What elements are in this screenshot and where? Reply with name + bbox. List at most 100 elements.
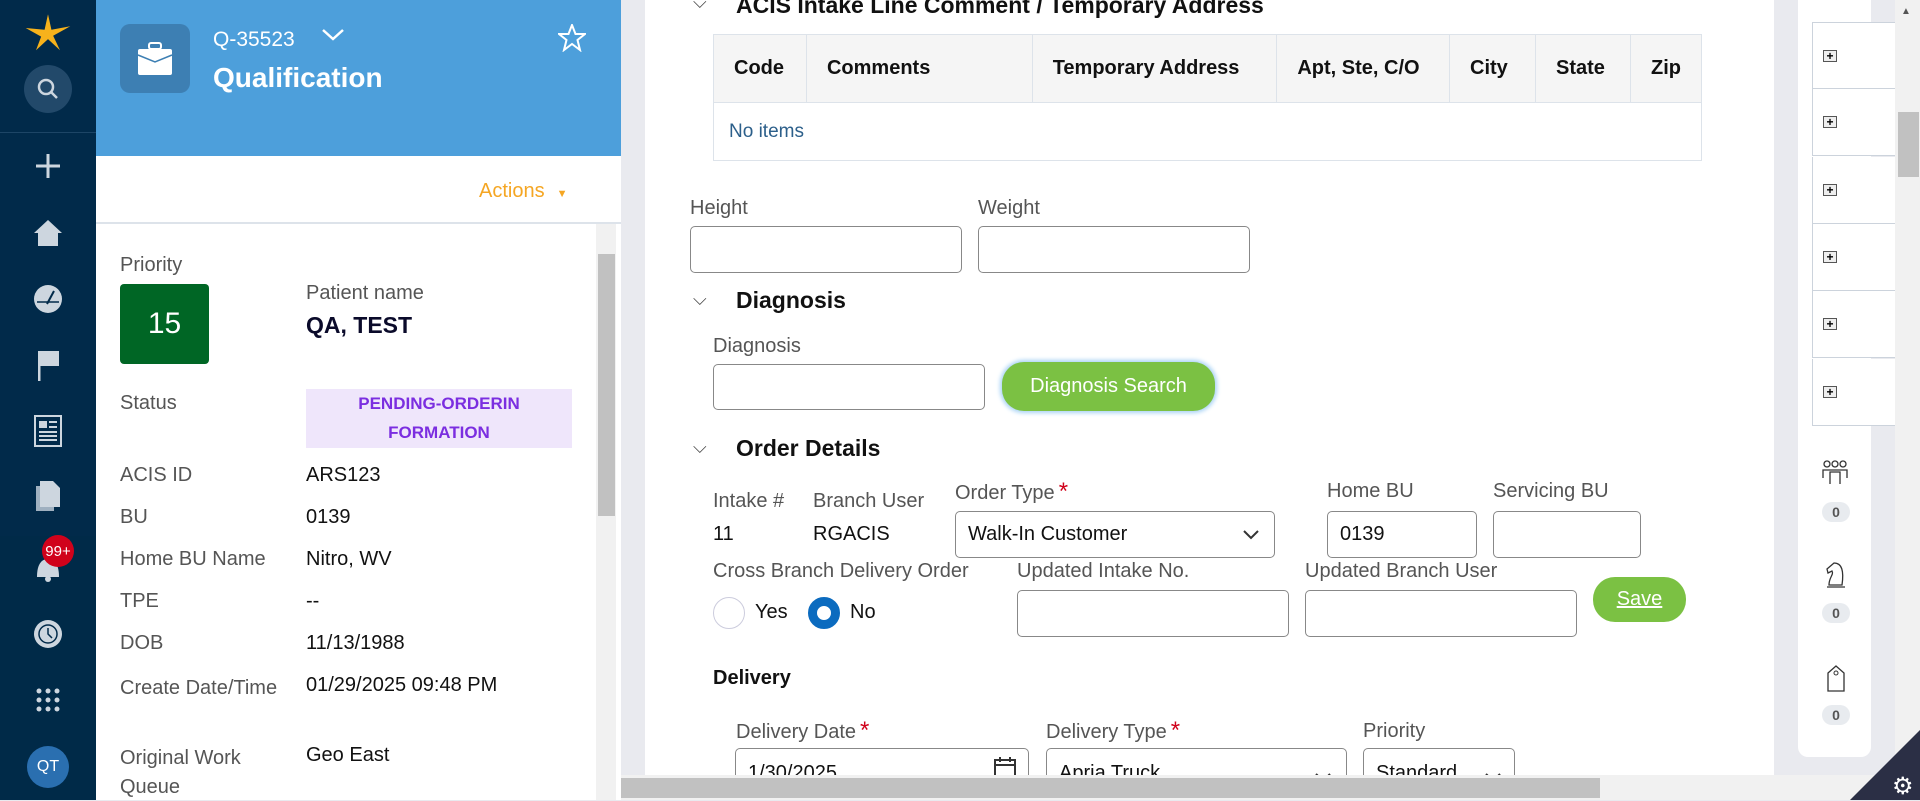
expand-item[interactable]: + [1812, 291, 1902, 358]
diagnosis-label: Diagnosis [713, 335, 801, 357]
chess-knight-icon[interactable] [1824, 561, 1848, 594]
column-header[interactable]: City [1449, 34, 1536, 103]
table-row: No items [714, 103, 1702, 161]
expand-item[interactable]: + [1812, 22, 1902, 89]
case-menu-chevron-icon[interactable] [321, 26, 345, 49]
news-icon[interactable] [24, 407, 72, 455]
expand-plus-icon[interactable]: + [1823, 386, 1837, 398]
branch-user-label: Branch User [813, 490, 925, 512]
height-label: Height [690, 197, 748, 219]
summary-scrollbar[interactable] [596, 224, 616, 800]
page-vertical-scrollbar[interactable]: ▲ [1895, 0, 1920, 775]
expand-plus-icon[interactable]: + [1823, 184, 1837, 196]
collapse-chevron-icon[interactable]: ⌵ [693, 0, 707, 13]
scrollbar-thumb[interactable] [598, 254, 615, 516]
expand-plus-icon[interactable]: + [1823, 116, 1837, 128]
field-label: BU [120, 506, 148, 528]
people-icon[interactable] [1821, 460, 1849, 491]
search-icon[interactable] [24, 65, 72, 113]
order-type-select[interactable]: Walk-In Customer [955, 511, 1275, 558]
diagnosis-search-button[interactable]: Diagnosis Search [1002, 362, 1215, 411]
plus-icon[interactable] [24, 142, 72, 190]
radio-yes-label[interactable]: Yes [755, 601, 788, 624]
column-header[interactable]: State [1535, 34, 1632, 103]
home-icon[interactable] [24, 209, 72, 257]
scrollbar-thumb[interactable] [621, 778, 1600, 798]
delivery-type-label: Delivery Type * [1046, 717, 1180, 745]
nav-divider [0, 132, 96, 133]
radio-no-label[interactable]: No [850, 601, 876, 624]
gear-icon[interactable]: ⚙ [1892, 772, 1914, 800]
required-asterisk: * [860, 717, 870, 744]
apps-grid-icon[interactable] [24, 676, 72, 724]
weight-label: Weight [978, 197, 1040, 219]
case-header: Q-35523 Qualification [96, 0, 621, 156]
servicing-bu-label: Servicing BU [1493, 480, 1609, 502]
page-horizontal-scrollbar[interactable] [621, 775, 1920, 800]
expand-item[interactable]: + [1812, 157, 1902, 224]
delivery-heading: Delivery [713, 667, 791, 689]
patient-name-value: QA, TEST [306, 312, 413, 338]
updated-branch-user-input[interactable] [1305, 590, 1577, 637]
expand-plus-icon[interactable]: + [1823, 318, 1837, 330]
logo-icon[interactable] [24, 10, 72, 58]
scroll-up-arrow-icon[interactable]: ▲ [1901, 6, 1911, 17]
scrollbar-thumb[interactable] [1898, 112, 1919, 177]
intake-label: Intake # [713, 490, 785, 512]
user-avatar[interactable]: QT [27, 746, 69, 788]
height-input[interactable] [690, 226, 962, 273]
dashboard-gauge-icon[interactable] [24, 275, 72, 323]
diagnosis-section-title: Diagnosis [736, 287, 846, 313]
comments-section-title: ACIS Intake Line Comment / Temporary Add… [736, 0, 1264, 18]
radio-yes[interactable] [713, 597, 745, 629]
expand-item[interactable]: + [1812, 224, 1902, 291]
field-label: DOB [120, 632, 164, 654]
status-label: Status [120, 392, 177, 414]
expand-item[interactable]: + [1812, 359, 1902, 426]
required-asterisk: * [1058, 478, 1069, 505]
tag-icon[interactable] [1826, 665, 1846, 698]
updated-intake-label: Updated Intake No. [1017, 560, 1190, 582]
page-title: Qualification [213, 62, 383, 93]
column-header[interactable]: Temporary Address [1032, 34, 1278, 103]
priority-badge: 15 [120, 284, 209, 364]
collapse-chevron-icon[interactable]: ⌵ [693, 437, 707, 458]
column-header[interactable]: Apt, Ste, C/O [1276, 34, 1451, 103]
column-header[interactable]: Code [713, 34, 807, 103]
updated-branch-user-label: Updated Branch User [1305, 560, 1498, 582]
expand-plus-icon[interactable]: + [1823, 50, 1837, 62]
field-value: Nitro, WV [306, 548, 392, 570]
diagnosis-input[interactable] [713, 364, 985, 410]
expand-item[interactable]: + [1812, 89, 1902, 156]
caret-down-icon: ▼ [556, 188, 568, 200]
notifications-bell-icon[interactable]: 99+ [24, 535, 74, 591]
collapse-chevron-icon[interactable]: ⌵ [693, 289, 707, 310]
servicing-bu-input[interactable] [1493, 511, 1641, 558]
save-button[interactable]: Save [1593, 577, 1686, 622]
updated-intake-input[interactable] [1017, 590, 1289, 637]
radio-no-selected[interactable] [808, 597, 840, 629]
order-details-section-title: Order Details [736, 435, 881, 461]
home-bu-input[interactable]: 0139 [1327, 511, 1477, 558]
order-type-label: Order Type * [955, 478, 1068, 506]
branch-user-value: RGACIS [813, 523, 890, 545]
column-header[interactable]: Zip [1630, 34, 1702, 103]
documents-icon[interactable] [24, 472, 72, 520]
chevron-down-icon [1242, 524, 1260, 547]
field-label: ACIS ID [120, 464, 193, 486]
patient-name-label: Patient name [306, 282, 424, 304]
actions-label: Actions [479, 180, 545, 202]
case-id: Q-35523 [213, 28, 295, 51]
notification-count-badge: 99+ [42, 535, 74, 567]
history-icon[interactable] [24, 610, 72, 658]
empty-message: No items [729, 120, 804, 142]
expand-plus-icon[interactable]: + [1823, 251, 1837, 263]
weight-input[interactable] [978, 226, 1250, 273]
column-header[interactable]: Comments [806, 34, 1033, 103]
order-type-value: Walk-In Customer [968, 523, 1128, 545]
actions-menu-button[interactable]: Actions ▼ [479, 180, 567, 203]
required-asterisk: * [1170, 717, 1181, 744]
home-bu-label: Home BU [1327, 480, 1414, 502]
flag-icon[interactable] [24, 341, 72, 389]
favorite-star-icon[interactable] [556, 22, 588, 57]
